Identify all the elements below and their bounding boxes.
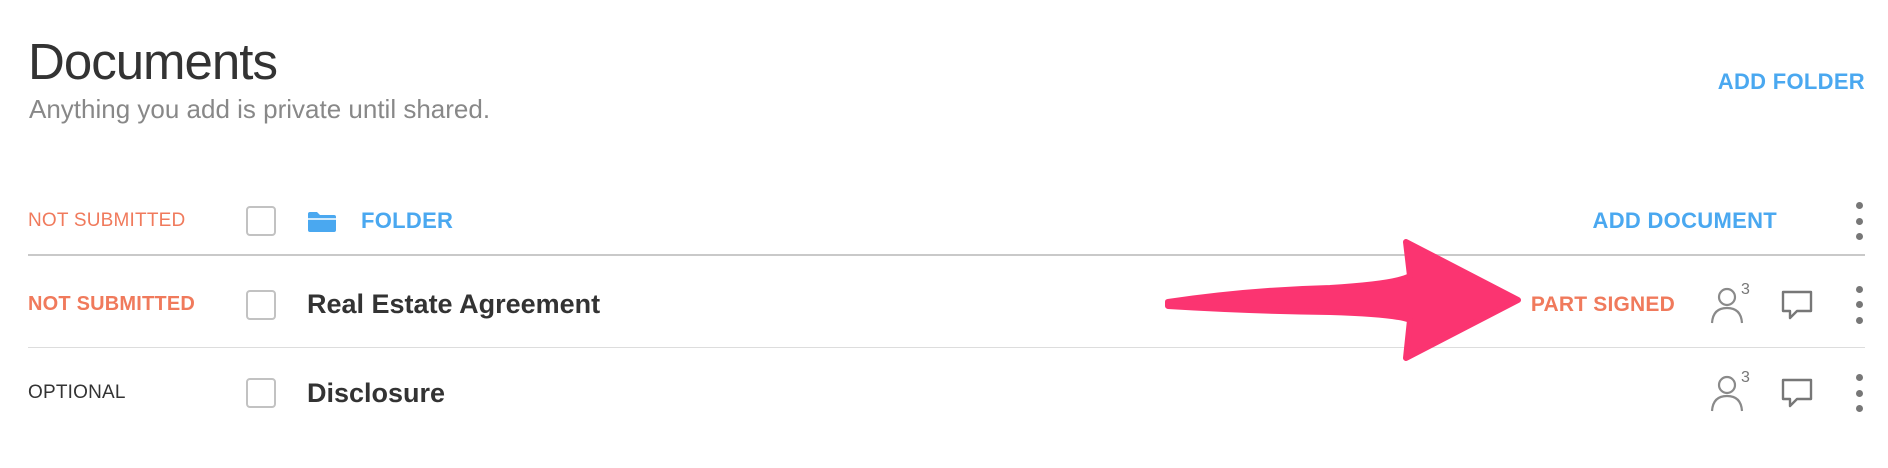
folder-icon bbox=[307, 211, 337, 232]
document-status: NOT SUBMITTED bbox=[28, 293, 196, 315]
page-title: Documents bbox=[28, 33, 278, 90]
add-document-button[interactable]: ADD DOCUMENT bbox=[1593, 208, 1777, 234]
folder-row: NOT SUBMITTED FOLDER ADD DOCUMENT bbox=[28, 188, 1865, 256]
folder-row-actions: ADD DOCUMENT bbox=[1593, 202, 1865, 240]
document-name-link[interactable]: Real Estate Agreement bbox=[307, 289, 600, 320]
more-options-icon[interactable] bbox=[1853, 202, 1865, 240]
table-row: NOT SUBMITTED Real Estate Agreement PART… bbox=[28, 262, 1865, 348]
more-options-icon[interactable] bbox=[1853, 374, 1865, 412]
table-row: OPTIONAL Disclosure 3 bbox=[28, 350, 1865, 436]
document-status: OPTIONAL bbox=[28, 382, 126, 403]
folder-name-link[interactable]: FOLDER bbox=[361, 208, 453, 234]
more-options-icon[interactable] bbox=[1853, 285, 1865, 324]
signing-status-badge: PART SIGNED bbox=[1530, 292, 1675, 316]
folder-checkbox[interactable] bbox=[246, 206, 276, 236]
share-users-icon[interactable]: 3 bbox=[1709, 281, 1755, 325]
page-subtitle: Anything you add is private until shared… bbox=[29, 94, 491, 124]
document-checkbox[interactable] bbox=[246, 378, 276, 408]
share-count: 3 bbox=[1741, 280, 1750, 298]
share-users-icon[interactable]: 3 bbox=[1709, 369, 1755, 413]
comment-icon[interactable] bbox=[1781, 289, 1813, 321]
comment-icon[interactable] bbox=[1781, 377, 1813, 409]
add-folder-button[interactable]: ADD FOLDER bbox=[1718, 69, 1865, 95]
folder-status: NOT SUBMITTED bbox=[28, 210, 186, 231]
document-checkbox[interactable] bbox=[246, 289, 276, 320]
document-name-link[interactable]: Disclosure bbox=[307, 378, 445, 409]
document-row-actions: 3 bbox=[1709, 369, 1865, 413]
document-row-actions: PART SIGNED 3 bbox=[1530, 281, 1865, 325]
share-count: 3 bbox=[1741, 369, 1750, 386]
